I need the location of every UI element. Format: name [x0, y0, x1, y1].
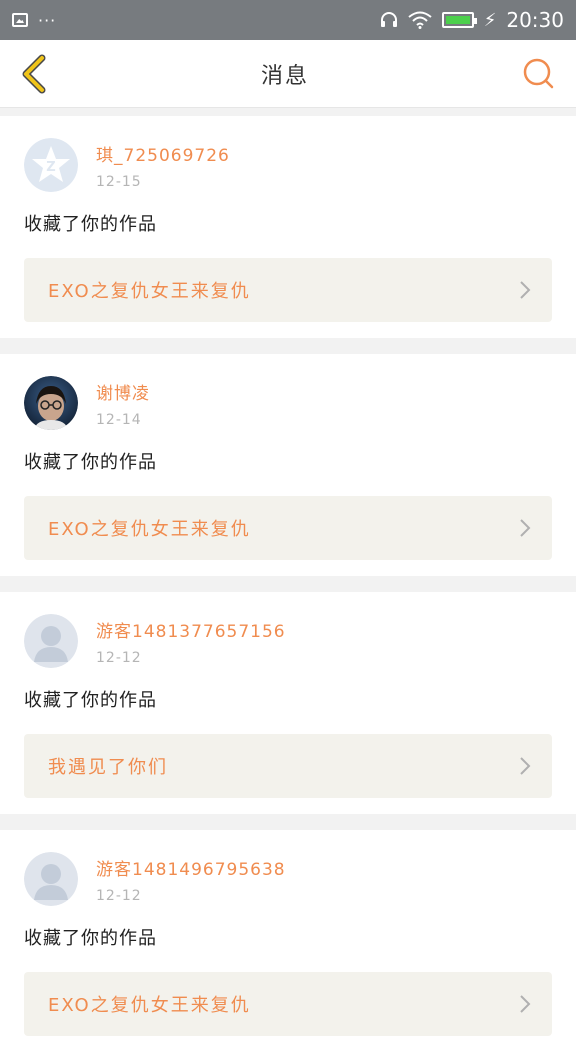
message-list: Z 琪_725069726 12-15 收藏了你的作品 EXO之复仇女王来复仇	[0, 108, 576, 1052]
message-text: 收藏了你的作品	[24, 452, 157, 473]
message-item: 游客1481377657156 12-12 收藏了你的作品 我遇见了你们	[0, 592, 576, 814]
work-link[interactable]: EXO之复仇女王来复仇	[24, 258, 552, 322]
search-button[interactable]	[518, 52, 558, 96]
message-date: 12-12	[96, 887, 142, 904]
guest-default-avatar-icon	[24, 614, 78, 668]
message-date: 12-14	[96, 411, 142, 428]
message-text: 收藏了你的作品	[24, 214, 157, 235]
page-title: 消息	[260, 63, 309, 89]
chevron-right-icon	[520, 757, 531, 775]
user-name[interactable]: 游客1481496795638	[96, 855, 286, 880]
work-link[interactable]: EXO之复仇女王来复仇	[24, 496, 552, 560]
qq-default-avatar-icon: Z	[24, 138, 78, 192]
message-date: 12-12	[96, 649, 142, 666]
work-link[interactable]: EXO之复仇女王来复仇	[24, 972, 552, 1036]
image-notification-icon	[12, 13, 28, 27]
avatar[interactable]: Z	[24, 138, 78, 192]
avatar[interactable]	[24, 852, 78, 906]
user-photo-icon	[24, 376, 78, 430]
chevron-right-icon	[520, 519, 531, 537]
avatar[interactable]	[24, 376, 78, 430]
message-text: 收藏了你的作品	[24, 928, 157, 949]
svg-text:Z: Z	[46, 160, 55, 175]
top-nav-bar: 消息	[0, 40, 576, 108]
work-title: EXO之复仇女王来复仇	[48, 519, 251, 540]
user-name[interactable]: 游客1481377657156	[96, 617, 286, 642]
headset-icon	[380, 12, 398, 28]
work-link[interactable]: 我遇见了你们	[24, 734, 552, 798]
battery-icon	[441, 12, 477, 28]
search-icon	[523, 58, 554, 88]
back-arrow-icon	[22, 54, 46, 93]
more-notifications-icon: ···	[38, 10, 57, 30]
message-item: 游客1481496795638 12-12 收藏了你的作品 EXO之复仇女王来复…	[0, 830, 576, 1052]
work-title: EXO之复仇女王来复仇	[48, 995, 251, 1016]
chevron-right-icon	[520, 995, 531, 1013]
avatar[interactable]	[24, 614, 78, 668]
clock: 20:30	[506, 8, 564, 32]
message-item: 谢博凌 12-14 收藏了你的作品 EXO之复仇女王来复仇	[0, 354, 576, 576]
work-title: EXO之复仇女王来复仇	[48, 281, 251, 302]
user-name[interactable]: 谢博凌	[96, 379, 150, 404]
chevron-right-icon	[520, 281, 531, 299]
work-title: 我遇见了你们	[48, 757, 168, 778]
wifi-icon	[408, 11, 432, 29]
charging-icon: ⚡	[483, 9, 497, 31]
back-button[interactable]	[18, 52, 52, 96]
user-name[interactable]: 琪_725069726	[96, 141, 230, 166]
message-date: 12-15	[96, 173, 142, 190]
status-bar: ··· ⚡ 20:30	[0, 0, 576, 40]
message-text: 收藏了你的作品	[24, 690, 157, 711]
guest-default-avatar-icon	[24, 852, 78, 906]
message-item: Z 琪_725069726 12-15 收藏了你的作品 EXO之复仇女王来复仇	[0, 116, 576, 338]
